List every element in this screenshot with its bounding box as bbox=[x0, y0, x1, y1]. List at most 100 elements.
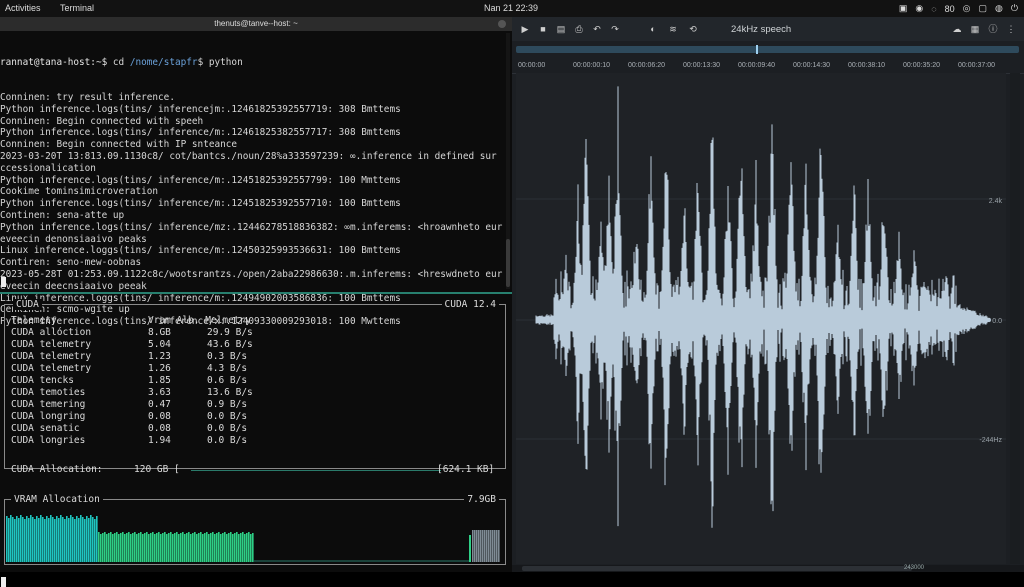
horizontal-scrollbar[interactable] bbox=[512, 565, 1024, 572]
stop-icon[interactable]: ■ bbox=[538, 24, 548, 34]
vram-bar bbox=[124, 534, 126, 562]
cuda-row-name: CUDA telemetry bbox=[11, 339, 92, 350]
waveform-icon[interactable]: ≋ bbox=[668, 24, 678, 34]
vram-bar bbox=[108, 533, 110, 562]
play-icon[interactable]: ▶ bbox=[520, 24, 530, 34]
cuda-row: CUDA longries 1.94 0.0 B/s bbox=[11, 435, 501, 447]
waveform-canvas[interactable]: 2.4k 0.0 -244Hz bbox=[516, 73, 1006, 564]
close-icon[interactable] bbox=[498, 20, 506, 28]
save-icon[interactable]: ▤ bbox=[556, 24, 566, 34]
vram-bar bbox=[184, 534, 186, 562]
vram-bar bbox=[156, 533, 158, 562]
terminal-titlebar[interactable]: thenuts@tanve--host: ~ bbox=[0, 17, 512, 31]
vram-bar bbox=[54, 519, 56, 562]
trim-icon[interactable]: ◐ bbox=[648, 24, 658, 34]
vram-bar bbox=[478, 530, 480, 562]
terminal-window[interactable]: thenuts@tanve--host: ~ rannat@tana-host:… bbox=[0, 17, 512, 587]
vertical-scrollbar[interactable] bbox=[1010, 73, 1020, 564]
cuda-row-rate: 0.0 B/s bbox=[207, 411, 248, 422]
redo-icon[interactable]: ↷ bbox=[610, 24, 620, 34]
vram-bar bbox=[72, 517, 74, 562]
header-telemetry: Telemety bbox=[11, 315, 57, 326]
terminal-output[interactable]: rannat@tana-host:~$ cd /nome/stapfr$ pyt… bbox=[0, 33, 505, 328]
sync-icon[interactable]: ◌ bbox=[931, 4, 936, 14]
vram-bar bbox=[140, 532, 142, 562]
vram-bar bbox=[224, 532, 226, 562]
vram-bar bbox=[26, 516, 28, 562]
cuda-table-header: Telemety Vram Alb. Melmetry bbox=[11, 315, 501, 327]
battery-level[interactable]: 80 bbox=[945, 4, 955, 14]
loop-icon[interactable]: ⟲ bbox=[688, 24, 698, 34]
cloud-icon[interactable]: ☁ bbox=[952, 24, 962, 34]
vram-bar bbox=[150, 533, 152, 562]
system-tray[interactable]: ▣ ◉ ◌ 80 ◎ ▢ ◍ ⏻ bbox=[899, 3, 1018, 14]
settings-icon[interactable]: ◍ bbox=[995, 3, 1003, 14]
activities-button[interactable]: Activities bbox=[5, 3, 41, 13]
audio-editor-window[interactable]: ▶ ■ ▤ ⎙ ↶ ↷ ◐ ≋ ⟲ 24kHz speech ☁ ▦ ⓘ ⋮ 0… bbox=[512, 17, 1024, 572]
volume-icon[interactable]: ▢ bbox=[979, 3, 988, 14]
info-icon[interactable]: ⓘ bbox=[988, 24, 998, 34]
time-ruler[interactable]: 00:00:00 00:00:00:10 00:00:06:20 00:00:13:3… bbox=[512, 57, 1024, 74]
vram-bar bbox=[34, 519, 36, 562]
terminal-line: Cookime tominsimicroveration bbox=[0, 186, 159, 198]
pane-divider[interactable] bbox=[0, 292, 512, 294]
vram-bar bbox=[10, 515, 12, 562]
amplitude-label: 0.0 bbox=[992, 318, 1002, 325]
allocation-value: 120 GB [ bbox=[134, 464, 180, 475]
cuda-row-vram: 1.85 bbox=[148, 375, 171, 386]
vram-bar bbox=[118, 534, 120, 562]
vram-bar bbox=[116, 532, 118, 562]
cuda-allocation-row: CUDA Allocation: 120 GB [ [624.1 KB] bbox=[11, 464, 501, 476]
vram-bar bbox=[469, 535, 471, 562]
vram-bar bbox=[188, 532, 190, 562]
cuda-row-rate: 4.3 B/s bbox=[207, 363, 248, 374]
network-icon[interactable]: ◉ bbox=[915, 3, 923, 14]
layout-icon[interactable]: ▦ bbox=[970, 24, 980, 34]
undo-icon[interactable]: ↶ bbox=[592, 24, 602, 34]
vram-bar bbox=[164, 532, 166, 562]
playhead-marker[interactable] bbox=[756, 45, 758, 54]
terminal-line: Python inference.logs(tins/ inference/m:… bbox=[0, 198, 401, 210]
vram-bar bbox=[38, 518, 40, 562]
vram-bar bbox=[234, 533, 236, 562]
vram-bar bbox=[198, 533, 200, 562]
wifi-icon[interactable]: ◎ bbox=[963, 3, 971, 14]
vram-bar bbox=[236, 532, 238, 562]
vram-bar bbox=[56, 516, 58, 562]
waveform-area[interactable]: 2.4k 0.0 -244Hz bbox=[516, 73, 1006, 564]
zoom-level: 243000 bbox=[904, 565, 925, 571]
vram-bar bbox=[130, 534, 132, 562]
overview-bar[interactable] bbox=[516, 46, 1019, 53]
cuda-row-vram: 0.08 bbox=[148, 411, 171, 422]
time-tick-label: 00:00:38:10 bbox=[848, 62, 885, 69]
vram-bar bbox=[32, 517, 34, 562]
vram-bar bbox=[78, 518, 80, 562]
terminal-scroll-thumb[interactable] bbox=[506, 239, 510, 287]
vram-bar bbox=[196, 534, 198, 562]
clock[interactable]: Nan 21 22:39 bbox=[484, 3, 538, 13]
vram-bar bbox=[110, 532, 112, 562]
app-menu-terminal[interactable]: Terminal bbox=[60, 3, 94, 13]
vram-bar bbox=[160, 534, 162, 562]
amplitude-label: 2.4k bbox=[989, 198, 1003, 205]
vram-bar bbox=[66, 516, 68, 562]
vram-bar bbox=[62, 517, 64, 562]
screen-icon[interactable]: ▣ bbox=[899, 3, 908, 14]
cuda-row: CUDA longring 0.08 0.0 B/s bbox=[11, 411, 501, 423]
vram-bar bbox=[28, 518, 30, 562]
cuda-row: CUDA senatic 0.08 0.0 B/s bbox=[11, 423, 501, 435]
vram-bar bbox=[228, 533, 230, 562]
vram-bar bbox=[474, 530, 476, 562]
print-icon[interactable]: ⎙ bbox=[574, 24, 584, 34]
vram-bar bbox=[134, 532, 136, 562]
vram-bar bbox=[76, 516, 78, 562]
cuda-row-rate: 13.6 B/s bbox=[207, 387, 253, 398]
vram-bar bbox=[190, 534, 192, 562]
power-icon[interactable]: ⏻ bbox=[1011, 3, 1018, 14]
vram-bar bbox=[484, 530, 486, 562]
menu-icon[interactable]: ⋮ bbox=[1006, 24, 1016, 34]
vram-bar bbox=[216, 533, 218, 562]
horizontal-scroll-thumb[interactable] bbox=[522, 566, 912, 571]
cuda-row-name: CUDA allóction bbox=[11, 327, 92, 338]
vram-bar bbox=[152, 532, 154, 562]
